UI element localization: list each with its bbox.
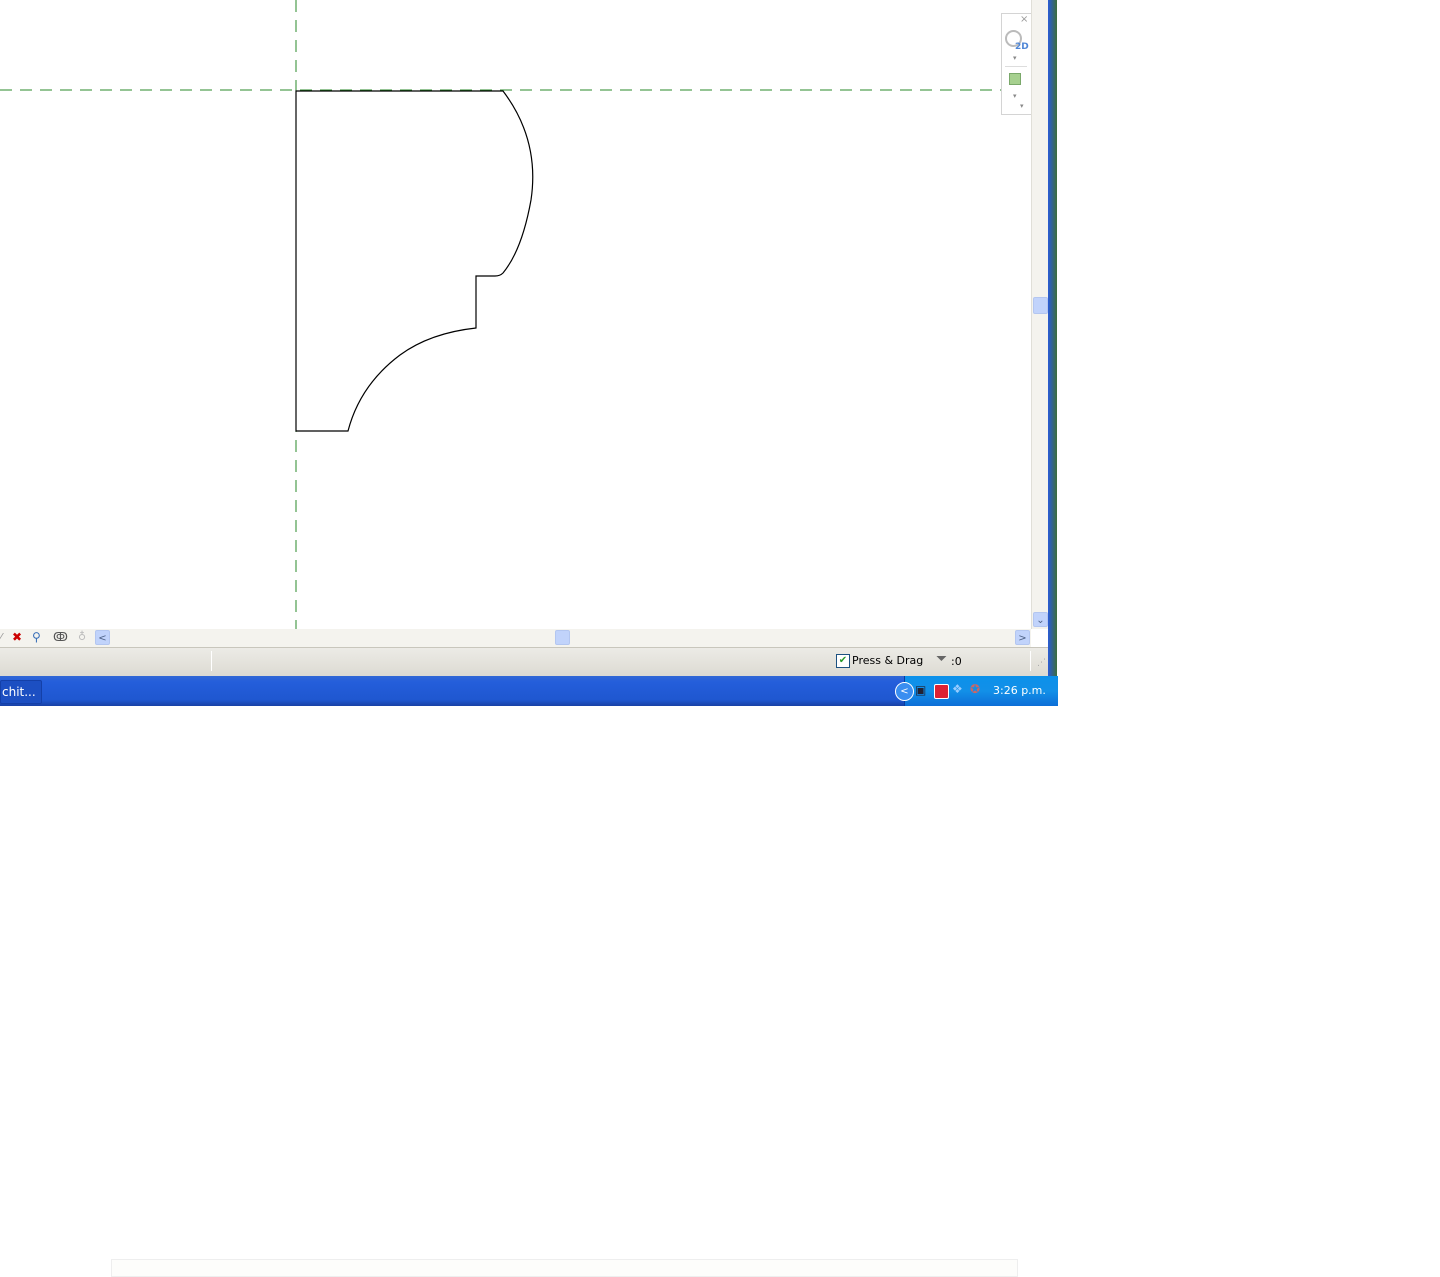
taskbar-app-button[interactable]: chit... (0, 680, 42, 704)
hide-elements-icon[interactable]: ✖ (12, 630, 22, 644)
profile-outline[interactable] (295, 90, 534, 432)
zoom-region-icon[interactable] (1009, 73, 1021, 85)
divider (1030, 651, 1031, 671)
press-drag-label: Press & Drag (852, 654, 924, 667)
2d-label: 2D (1015, 42, 1029, 52)
desktop-edge (1048, 0, 1057, 676)
press-drag-checkbox[interactable]: ✔ (836, 654, 850, 668)
horizontal-scroll-thumb[interactable] (555, 630, 570, 645)
vertical-scrollbar[interactable]: ⌄ (1031, 0, 1049, 629)
system-tray: < ▣ ❖ ✪ 3:26 p.m. (895, 676, 1058, 706)
divider (211, 651, 212, 671)
filter-count: :0 (951, 655, 962, 668)
close-icon[interactable]: × (1020, 14, 1028, 25)
status-bar: ✔ Press & Drag ⏷ :0 ⋰ (0, 647, 1048, 677)
clock[interactable]: 3:26 p.m. (993, 684, 1046, 697)
scroll-right-icon[interactable]: > (1015, 630, 1030, 645)
divider (1005, 66, 1027, 67)
horizontal-scrollbar[interactable] (111, 1259, 1018, 1277)
chevron-down-icon[interactable]: ▾ (1013, 54, 1017, 62)
show-hidden-icons-button[interactable]: < (895, 682, 914, 701)
reveal-hidden-icon[interactable]: ⚲ (32, 630, 41, 644)
drawing-canvas[interactable] (0, 0, 1031, 629)
lightbulb-icon[interactable]: ♁ (78, 630, 86, 643)
scroll-left-icon[interactable]: < (95, 630, 110, 645)
tray-dropbox-icon[interactable]: ❖ (952, 682, 963, 696)
analytical-model-icon[interactable]: ↂ (53, 630, 68, 644)
view-control-icon[interactable]: ⁄ (0, 631, 2, 644)
chevron-down-icon[interactable]: ▾ (1013, 92, 1017, 100)
resize-grip-icon[interactable]: ⋰ (1037, 658, 1046, 668)
navigation-bar: × 2D ▾ ▾ ▾ (1001, 13, 1032, 115)
tray-sound-icon[interactable]: ✪ (970, 682, 980, 696)
profile-sketch (0, 0, 1031, 629)
vertical-scroll-thumb[interactable] (1033, 297, 1048, 314)
view-control-bar: ⁄ ✖ ⚲ ↂ ♁ < > (0, 629, 1031, 1277)
tray-security-icon[interactable] (934, 684, 949, 699)
scroll-down-icon[interactable]: ⌄ (1033, 612, 1048, 627)
options-icon[interactable]: ▾ (1020, 102, 1024, 110)
tray-network-icon[interactable]: ▣ (915, 683, 926, 697)
filter-icon[interactable]: ⏷ (936, 651, 947, 667)
